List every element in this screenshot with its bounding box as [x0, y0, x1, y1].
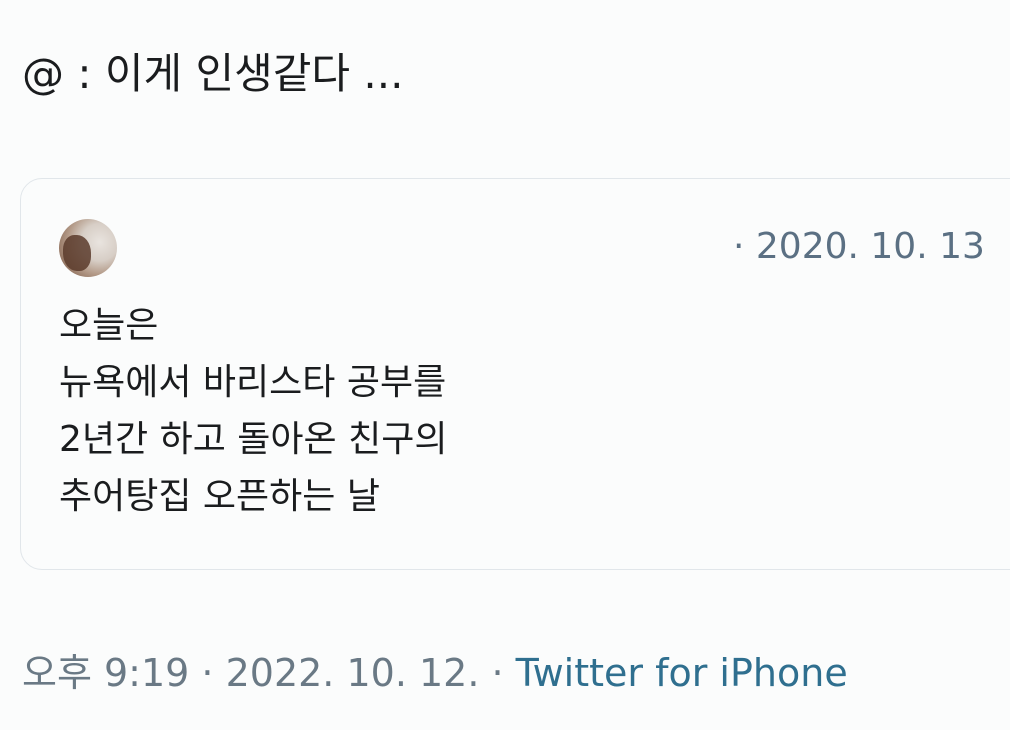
quoted-tweet-line: 2년간 하고 돌아온 친구의	[59, 419, 448, 460]
meta-separator: ·	[479, 651, 516, 695]
quoted-tweet-line: 추어탕집 오픈하는 날	[59, 476, 380, 517]
avatar-image	[63, 235, 91, 271]
quoted-tweet-line: 오늘은	[59, 305, 159, 346]
quoted-tweet-date[interactable]: · 2020. 10. 13	[733, 223, 985, 271]
tweet-date[interactable]: 2022. 10. 12.	[226, 651, 480, 695]
quoted-tweet-card[interactable]: · 2020. 10. 13 오늘은 뉴욕에서 바리스타 공부를 2년간 하고 …	[20, 178, 1010, 570]
tweet-meta: 오후 9:19 · 2022. 10. 12. · Twitter for iP…	[22, 646, 848, 700]
tweet-time[interactable]: 오후 9:19	[22, 651, 189, 695]
quoted-tweet-body: 오늘은 뉴욕에서 바리스타 공부를 2년간 하고 돌아온 친구의 추어탕집 오픈…	[59, 297, 447, 525]
quoted-tweet-line: 뉴욕에서 바리스타 공부를	[59, 362, 447, 403]
tweet-source-link[interactable]: Twitter for iPhone	[516, 651, 848, 695]
meta-separator: ·	[189, 651, 226, 695]
tweet-text: @ : 이게 인생같다 ...	[22, 49, 404, 98]
avatar[interactable]	[59, 219, 117, 277]
